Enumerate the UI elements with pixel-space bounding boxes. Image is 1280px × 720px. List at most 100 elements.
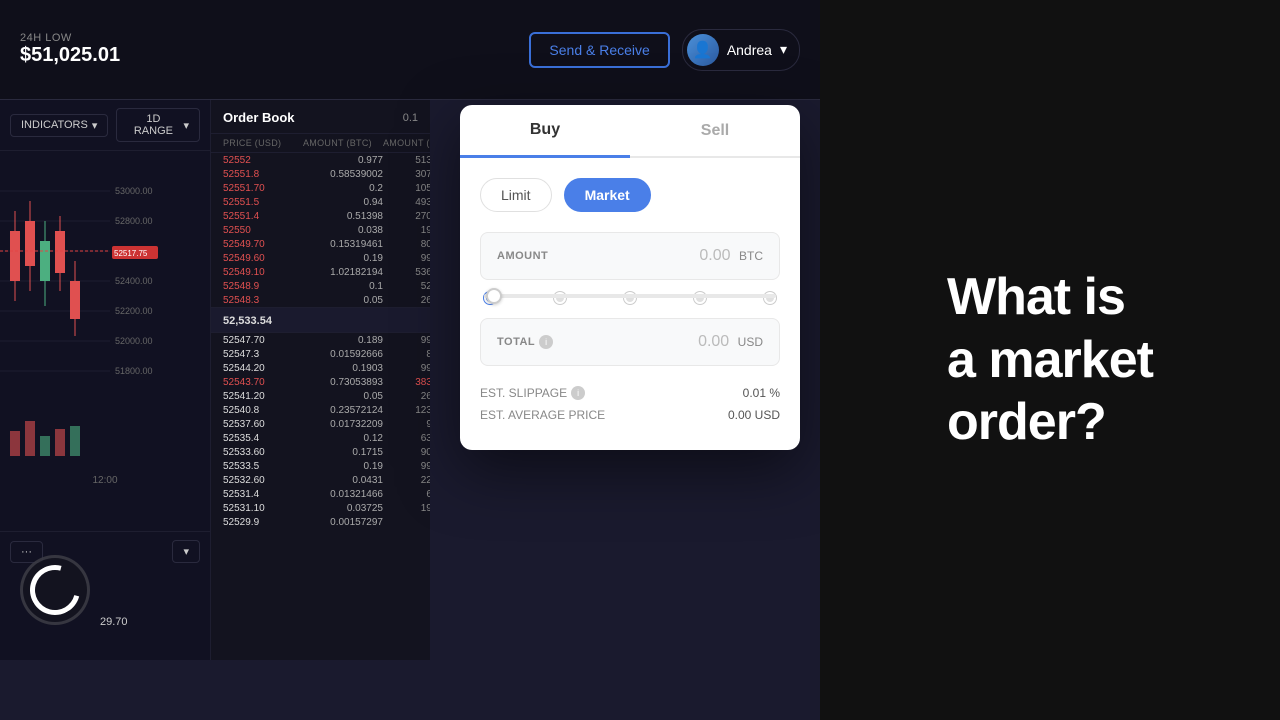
est-avg-price-value: 0.00 USD — [728, 408, 780, 422]
range-button[interactable]: 1D RANGE ▾ — [116, 108, 200, 142]
avatar: 👤 — [687, 34, 719, 66]
time-label: 12:00 — [92, 475, 117, 486]
table-row: 52549.700.153194618050 — [211, 237, 430, 251]
trade-form-body: Limit Market AMOUNT 0.00 BTC — [460, 158, 800, 426]
table-row: 52551.700.210510 — [211, 181, 430, 195]
low-value: $51,025.01 — [20, 44, 120, 67]
chevron-down-icon: ▾ — [183, 545, 189, 558]
amount-slider[interactable] — [480, 294, 780, 304]
amount-label: AMOUNT — [497, 250, 548, 262]
sell-rows: 525520.97751343 52551.80.5853900230763 5… — [211, 153, 430, 307]
table-row: 52544.200.19039995 — [211, 361, 430, 375]
buy-rows: 52547.700.1899931 52547.30.01592666836 5… — [211, 333, 430, 529]
send-receive-button[interactable]: Send & Receive — [529, 32, 669, 68]
order-type-row: Limit Market — [480, 178, 780, 212]
column-headers: PRICE (USD) AMOUNT (BTC) AMOUNT (U — [211, 134, 430, 153]
table-row: 52547.700.1899931 — [211, 333, 430, 347]
user-menu[interactable]: 👤 Andrea ▾ — [682, 29, 800, 71]
total-info-icon[interactable]: i — [539, 335, 553, 349]
table-row: 525520.97751343 — [211, 153, 430, 167]
table-row: 52547.30.01592666836 — [211, 347, 430, 361]
logo-circle-icon — [21, 556, 89, 624]
total-value: 0.00 — [698, 333, 729, 350]
order-book-header: Order Book 0.1 — [211, 100, 430, 134]
24h-low-section: 24H LOW $51,025.01 — [20, 32, 120, 67]
indicators-button[interactable]: INDICATORS ▾ — [10, 114, 108, 137]
candlestick-chart: 53000.00 52800.00 52600.00 52400.00 5220… — [0, 151, 210, 531]
amount-value-group: 0.00 BTC — [699, 247, 763, 265]
sell-tab[interactable]: Sell — [630, 105, 800, 156]
headline-text: What is a market order? — [947, 266, 1153, 453]
svg-text:52400.00: 52400.00 — [115, 276, 153, 286]
table-row: 52529.90.0015729782 — [211, 515, 430, 529]
top-actions: Send & Receive 👤 Andrea ▾ — [529, 29, 800, 71]
mid-price-row: 52,533.54 — [211, 307, 430, 333]
est-slippage-value: 0.01 % — [743, 386, 780, 400]
table-row: 52548.30.052627 — [211, 293, 430, 307]
est-slippage-row: EST. SLIPPAGE i 0.01 % — [480, 382, 780, 404]
order-book: Order Book 0.1 PRICE (USD) AMOUNT (BTC) … — [210, 100, 430, 660]
chevron-down-icon: ▾ — [183, 119, 189, 132]
est-slippage-label: EST. SLIPPAGE i — [480, 386, 585, 400]
total-label: TOTAL — [497, 336, 535, 348]
user-name: Andrea — [727, 42, 772, 58]
col-amount-btc: AMOUNT (BTC) — [303, 138, 383, 148]
order-book-title: Order Book — [223, 110, 295, 125]
chart-svg: 53000.00 52800.00 52600.00 52400.00 5220… — [0, 161, 160, 511]
col-amount-u: AMOUNT (U — [383, 138, 430, 148]
table-row: 52537.600.01732209910 — [211, 417, 430, 431]
svg-text:52800.00: 52800.00 — [115, 216, 153, 226]
table-row: 52535.40.126304 — [211, 431, 430, 445]
low-label: 24H LOW — [20, 32, 120, 44]
slider-track — [484, 294, 776, 298]
chart-controls: INDICATORS ▾ 1D RANGE ▾ — [0, 100, 210, 151]
price-tag: 29.70 — [100, 616, 128, 628]
logo-overlay — [20, 555, 90, 625]
slider-thumb[interactable] — [486, 288, 502, 304]
svg-text:51800.00: 51800.00 — [115, 366, 153, 376]
dots-icon: ··· — [21, 546, 32, 558]
table-row: 52541.200.052627 — [211, 389, 430, 403]
table-row: 52531.40.01321466694 — [211, 487, 430, 501]
table-row: 52532.600.04312264 — [211, 473, 430, 487]
order-book-subtitle: 0.1 — [403, 112, 418, 124]
svg-text:53000.00: 53000.00 — [115, 186, 153, 196]
top-bar: 24H LOW $51,025.01 Send & Receive 👤 Andr… — [0, 0, 820, 100]
total-value-group: 0.00 USD — [698, 333, 763, 351]
mid-price-value: 52,533.54 — [223, 315, 272, 327]
market-button[interactable]: Market — [564, 178, 651, 212]
col-price: PRICE (USD) — [223, 138, 303, 148]
chevron-down-icon: ▾ — [92, 119, 98, 132]
amount-value: 0.00 — [699, 247, 730, 264]
table-row: 52549.600.199984 — [211, 251, 430, 265]
svg-text:52000.00: 52000.00 — [115, 336, 153, 346]
limit-button[interactable]: Limit — [480, 178, 552, 212]
trade-tabs: Buy Sell — [460, 105, 800, 158]
est-avg-price-row: EST. AVERAGE PRICE 0.00 USD — [480, 404, 780, 426]
table-row: 52540.80.2357212412384 — [211, 403, 430, 417]
table-row: 52551.80.5853900230763 — [211, 167, 430, 181]
svg-text:52517.75: 52517.75 — [114, 249, 148, 258]
table-row: 52543.700.7305389338385 — [211, 375, 430, 389]
total-currency: USD — [738, 335, 763, 349]
table-row: 525500.0381996 — [211, 223, 430, 237]
table-row: 52533.50.199981 — [211, 459, 430, 473]
amount-field: AMOUNT 0.00 BTC — [480, 232, 780, 280]
est-avg-price-label: EST. AVERAGE PRICE — [480, 408, 605, 422]
table-row: 52548.90.15254 — [211, 279, 430, 293]
total-field: TOTAL i 0.00 USD — [480, 318, 780, 366]
svg-text:52200.00: 52200.00 — [115, 306, 153, 316]
text-panel: What is a market order? — [820, 0, 1280, 720]
total-label-row: TOTAL i — [497, 335, 553, 349]
amount-currency: BTC — [739, 249, 763, 263]
table-row: 52533.600.17159005 — [211, 445, 430, 459]
chevron-down-icon: ▾ — [780, 41, 787, 58]
slippage-info-icon[interactable]: i — [571, 386, 585, 400]
table-row: 52531.100.037251956 — [211, 501, 430, 515]
buy-tab[interactable]: Buy — [460, 105, 630, 158]
chevron-button[interactable]: ▾ — [172, 540, 200, 563]
trade-form-overlay: Buy Sell Limit Market AMOUNT 0.00 BTC — [460, 105, 800, 450]
table-row: 52551.50.9449398 — [211, 195, 430, 209]
table-row: 52549.101.0218219453695 — [211, 265, 430, 279]
table-row: 52551.40.5139827010 — [211, 209, 430, 223]
